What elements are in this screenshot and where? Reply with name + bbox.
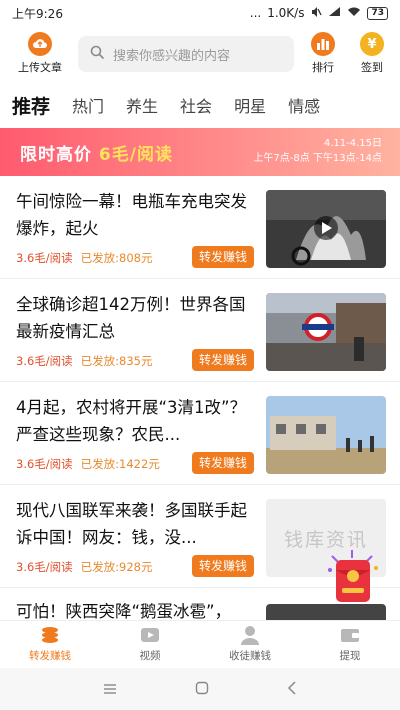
news-meta: 3.6毛/阅读 已发放:1422元	[16, 456, 160, 472]
news-meta: 3.6毛/阅读 已发放:928元	[16, 559, 153, 575]
news-item[interactable]: 4月起，农村将开展“3清1改”？严查这些现象？农民... 3.6毛/阅读 已发放…	[0, 382, 400, 485]
news-thumbnail	[266, 293, 386, 371]
tab-health[interactable]: 养生	[126, 93, 158, 117]
wifi-icon	[347, 6, 361, 20]
sign-in-label: 签到	[361, 61, 383, 74]
search-icon	[90, 45, 105, 64]
share-earn-button[interactable]: 转发赚钱	[192, 349, 254, 371]
news-title: 全球确诊超142万例！世界各国最新疫情汇总	[16, 295, 246, 341]
paid-amount: 已发放:928元	[80, 560, 153, 574]
news-item[interactable]: 午间惊险一幕！电瓶车充电突发爆炸，起火 3.6毛/阅读 已发放:808元 转发赚…	[0, 176, 400, 279]
share-earn-button[interactable]: 转发赚钱	[192, 246, 254, 268]
nav-withdraw[interactable]: 提现	[300, 621, 400, 668]
nav-label: 视频	[139, 650, 161, 662]
banner-date: 4.11-4.15日	[323, 138, 382, 149]
status-time: 上午9:26	[12, 6, 63, 21]
bottom-nav: 转发赚钱 视频 收徒赚钱 提现	[0, 620, 400, 668]
nav-recruit-earn[interactable]: 收徒赚钱	[200, 621, 300, 668]
search-placeholder: 搜索你感兴趣的内容	[113, 48, 231, 64]
news-thumbnail	[266, 396, 386, 474]
share-earn-button[interactable]: 转发赚钱	[192, 452, 254, 474]
news-title: 可怕！陕西突降“鹅蛋冰雹”，	[16, 602, 232, 620]
sign-in-button[interactable]: ¥ 签到	[350, 32, 394, 76]
back-icon[interactable]	[287, 680, 297, 699]
news-thumbnail	[266, 190, 386, 268]
news-title: 午间惊险一幕！电瓶车充电突发爆炸，起火	[16, 192, 247, 238]
nav-label: 收徒赚钱	[229, 650, 271, 662]
nav-label: 提现	[339, 650, 361, 662]
battery-icon: 73	[367, 6, 388, 20]
cloud-upload-icon	[28, 32, 52, 56]
tab-recommend[interactable]: 推荐	[12, 92, 50, 119]
search-input[interactable]: 搜索你感兴趣的内容	[78, 36, 294, 72]
share-earn-button[interactable]: 转发赚钱	[192, 555, 254, 577]
banner-headline: 限时高价 6毛/阅读	[20, 140, 173, 165]
tab-hot[interactable]: 热门	[72, 93, 104, 117]
network-speed: 1.0K/s	[267, 6, 305, 20]
home-icon[interactable]	[195, 680, 209, 699]
upload-label: 上传文章	[18, 61, 62, 74]
banner-highlight: 6毛/阅读	[98, 145, 173, 165]
paid-amount: 已发放:835元	[80, 354, 153, 368]
news-meta: 3.6毛/阅读 已发放:835元	[16, 353, 153, 369]
coins-icon	[39, 625, 61, 645]
news-item[interactable]: 全球确诊超142万例！世界各国最新疫情汇总 3.6毛/阅读 已发放:835元 转…	[0, 279, 400, 382]
paid-amount: 已发放:1422元	[80, 457, 160, 471]
news-title: 4月起，农村将开展“3清1改”？严查这些现象？农民...	[16, 398, 247, 444]
nav-share-earn[interactable]: 转发赚钱	[0, 621, 100, 668]
tab-emotion[interactable]: 情感	[288, 93, 320, 117]
ranking-label: 排行	[312, 61, 334, 74]
status-dots: ...	[249, 6, 262, 20]
banner-schedule: 4.11-4.15日 上午7点-8点 下午13点-14点	[253, 136, 382, 166]
read-price: 3.6毛/阅读	[16, 354, 73, 368]
news-thumbnail	[266, 604, 386, 620]
read-price: 3.6毛/阅读	[16, 560, 73, 574]
coin-icon: ¥	[360, 32, 384, 56]
tab-celebrity[interactable]: 明星	[234, 93, 266, 117]
video-icon	[139, 625, 161, 645]
news-feed: 午间惊险一幕！电瓶车充电突发爆炸，起火 3.6毛/阅读 已发放:808元 转发赚…	[0, 176, 400, 588]
app-header: 上传文章 搜索你感兴趣的内容 排行 ¥ 签到	[0, 26, 400, 78]
read-price: 3.6毛/阅读	[16, 251, 73, 265]
news-meta: 3.6毛/阅读 已发放:808元	[16, 250, 153, 266]
banner-prefix: 限时高价	[20, 145, 99, 165]
bar-chart-icon	[311, 32, 335, 56]
banner-time: 上午7点-8点 下午13点-14点	[253, 153, 382, 164]
upload-article-button[interactable]: 上传文章	[10, 32, 70, 76]
red-envelope-float-button[interactable]	[322, 548, 382, 604]
nav-label: 转发赚钱	[29, 650, 71, 662]
read-price: 3.6毛/阅读	[16, 457, 73, 471]
tab-society[interactable]: 社会	[180, 93, 212, 117]
promo-banner[interactable]: 限时高价 6毛/阅读 4.11-4.15日 上午7点-8点 下午13点-14点	[0, 128, 400, 176]
menu-icon[interactable]	[103, 680, 117, 699]
wallet-icon	[339, 625, 361, 645]
paid-amount: 已发放:808元	[80, 251, 153, 265]
mute-icon	[310, 6, 323, 21]
signal-icon	[328, 6, 341, 20]
ranking-button[interactable]: 排行	[302, 32, 344, 76]
status-bar: 上午9:26 ... 1.0K/s 73	[0, 0, 400, 26]
category-tabs: 推荐 热门 养生 社会 明星 情感	[0, 86, 400, 124]
nav-video[interactable]: 视频	[100, 621, 200, 668]
red-envelope-icon	[328, 550, 378, 602]
system-nav-bar	[0, 668, 400, 710]
user-icon	[239, 625, 261, 645]
news-title: 现代八国联军来袭！多国联手起诉中国！网友：钱，没...	[16, 501, 247, 547]
